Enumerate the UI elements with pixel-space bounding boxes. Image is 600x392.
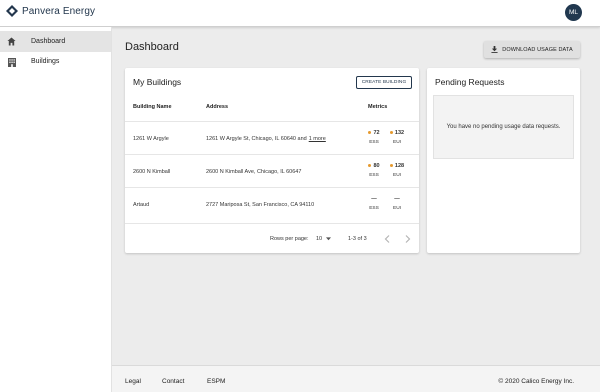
building-address: 1261 W Argyle St, Chicago, IL 60640 and …: [206, 122, 326, 155]
building-name: 1261 W Argyle: [133, 135, 169, 142]
sidebar-item-label: Dashboard: [31, 38, 66, 45]
ess-status-dot: [368, 131, 372, 134]
eui-value: 132: [394, 129, 405, 136]
eui-status-dot: [389, 131, 393, 134]
sidebar: Dashboard Buildings: [0, 27, 112, 392]
page-title: Dashboard: [125, 41, 179, 53]
my-buildings-card: My Buildings CREATE BUILDING Building Na…: [125, 68, 419, 253]
footer-link-contact[interactable]: Contact: [162, 378, 184, 385]
footer: Legal Contact ESPM © 2020 Calico Energy …: [112, 365, 600, 392]
rows-per-page-label: Rows per page:: [270, 236, 309, 242]
top-bar: Panvera Energy ML: [0, 0, 600, 27]
next-page-icon[interactable]: [405, 235, 411, 245]
ess-metric: 80 ESS: [364, 161, 384, 178]
building-name: Artaud: [133, 201, 150, 208]
column-header-address[interactable]: Address: [206, 104, 228, 110]
my-buildings-title: My Buildings: [133, 77, 182, 87]
previous-page-icon[interactable]: [384, 235, 390, 245]
eui-value: —: [394, 195, 400, 202]
download-usage-data-button[interactable]: DOWNLOAD USAGE DATA: [484, 41, 580, 58]
ess-label: ESS: [369, 206, 379, 211]
pending-requests-title: Pending Requests: [435, 77, 505, 87]
column-header-metrics: Metrics: [368, 104, 388, 110]
eui-label: EUI: [393, 173, 401, 178]
home-icon: [6, 36, 17, 47]
brand-name: Panvera Energy: [22, 5, 96, 17]
pagination-range: 1-3 of 3: [348, 236, 367, 242]
logo-mark-icon: [6, 5, 18, 17]
table-row[interactable]: Artaud 2727 Mariposa St, San Francisco, …: [125, 187, 419, 220]
column-header-name[interactable]: Building Name: [133, 104, 172, 110]
more-addresses-link[interactable]: 1 more: [309, 136, 326, 142]
footer-link-legal[interactable]: Legal: [125, 378, 141, 385]
user-avatar[interactable]: ML: [565, 4, 582, 21]
table-row[interactable]: 2600 N Kimball 2600 N Kimball Ave, Chica…: [125, 154, 419, 187]
table-row[interactable]: 1261 W Argyle 1261 W Argyle St, Chicago,…: [125, 121, 419, 154]
building-address: 2727 Mariposa St, San Francisco, CA 9411…: [206, 188, 314, 221]
ess-label: ESS: [369, 173, 379, 178]
building-address: 2600 N Kimball Ave, Chicago, IL 60647: [206, 155, 301, 188]
create-building-button[interactable]: CREATE BUILDING: [356, 76, 412, 89]
brand-logo[interactable]: Panvera Energy: [6, 5, 95, 17]
building-icon: [6, 56, 17, 67]
footer-link-espm[interactable]: ESPM: [207, 378, 225, 385]
ess-value: 72: [373, 129, 380, 136]
copyright-text: © 2020 Calico Energy Inc.: [498, 378, 574, 385]
building-name: 2600 N Kimball: [133, 168, 171, 175]
sidebar-item-label: Buildings: [31, 58, 60, 65]
download-button-label: DOWNLOAD USAGE DATA: [502, 46, 573, 53]
eui-value: 128: [394, 162, 405, 169]
eui-metric: 128 EUI: [387, 161, 407, 178]
table-pagination: Rows per page: 10 1-3 of 3: [125, 223, 419, 253]
eui-label: EUI: [393, 206, 401, 211]
ess-value: —: [371, 195, 377, 202]
ess-status-dot: [368, 164, 372, 167]
sidebar-item-dashboard[interactable]: Dashboard: [0, 31, 111, 52]
ess-metric: — ESS: [364, 194, 384, 212]
pending-requests-empty: You have no pending usage data requests.: [433, 95, 574, 159]
address-text: 2727 Mariposa St, San Francisco, CA 9411…: [206, 201, 315, 208]
ess-value: 80: [373, 162, 380, 169]
sidebar-item-buildings[interactable]: Buildings: [0, 51, 111, 72]
address-text: 1261 W Argyle St, Chicago, IL 60640 and: [206, 135, 307, 142]
eui-status-dot: [389, 164, 393, 167]
address-text: 2600 N Kimball Ave, Chicago, IL 60647: [206, 168, 302, 175]
ess-metric: 72 ESS: [364, 128, 384, 145]
eui-metric: — EUI: [387, 194, 407, 212]
download-icon: [491, 46, 498, 53]
eui-metric: 132 EUI: [387, 128, 407, 145]
rows-per-page-value: 10: [316, 236, 323, 242]
ess-label: ESS: [369, 140, 379, 145]
caret-down-icon: [326, 237, 332, 241]
eui-label: EUI: [393, 140, 401, 145]
rows-per-page-select[interactable]: 10: [316, 236, 332, 242]
pending-requests-card: Pending Requests You have no pending usa…: [427, 68, 580, 253]
